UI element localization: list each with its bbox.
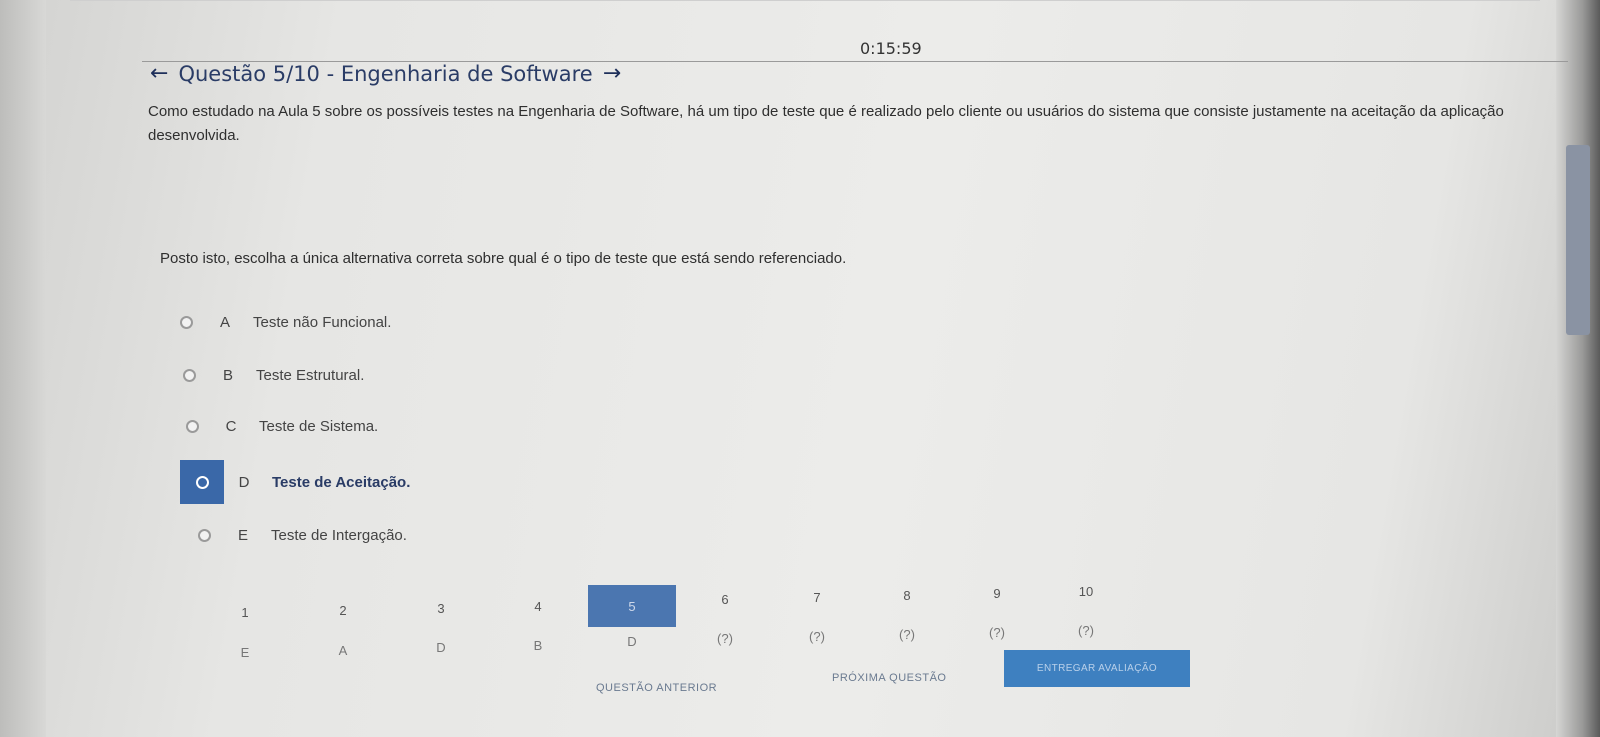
radio-icon[interactable] xyxy=(198,529,211,542)
nav-answer: (?) xyxy=(717,631,733,646)
option-letter: A xyxy=(219,314,230,331)
arrow-right-icon[interactable]: → xyxy=(603,63,621,85)
option-text: Teste de Intergação. xyxy=(271,527,407,544)
nav-question-number[interactable]: 8 xyxy=(887,588,927,603)
radio-selected-icon[interactable] xyxy=(195,475,209,489)
option-letter: E xyxy=(237,527,248,544)
submit-evaluation-button[interactable]: ENTREGAR AVALIAÇÃO xyxy=(1004,650,1190,687)
option-text: Teste de Sistema. xyxy=(259,418,379,435)
nav-question-number[interactable]: 9 xyxy=(977,586,1017,601)
question-text: Como estudado na Aula 5 sobre os possíve… xyxy=(148,103,1504,144)
nav-current-question[interactable]: 5 xyxy=(588,585,676,627)
next-question-button[interactable]: PRÓXIMA QUESTÃO xyxy=(832,672,946,684)
nav-answer: (?) xyxy=(1078,623,1094,638)
option-text: Teste de Aceitação. xyxy=(272,473,411,491)
nav-question-number[interactable]: 6 xyxy=(705,592,745,607)
radio-icon[interactable] xyxy=(186,420,199,433)
selected-indicator[interactable] xyxy=(180,460,224,504)
option-d[interactable]: D Teste de Aceitação. xyxy=(180,460,411,504)
nav-question-number[interactable]: 2 xyxy=(323,603,363,618)
option-letter: C xyxy=(225,418,237,435)
nav-question-number[interactable]: 3 xyxy=(421,601,461,616)
monitor-bezel-right xyxy=(1556,0,1600,737)
question-prompt: Posto isto, escolha a única alternativa … xyxy=(160,250,847,267)
question-header: ← Questão 5/10 - Engenharia de Software … xyxy=(150,62,621,86)
option-a[interactable]: A Teste não Funcional. xyxy=(180,314,391,331)
nav-answer: E xyxy=(240,645,250,660)
previous-question-button[interactable]: QUESTÃO ANTERIOR xyxy=(596,682,717,694)
radio-icon[interactable] xyxy=(180,316,193,329)
question-title: Questão 5/10 - Engenharia de Software xyxy=(178,62,593,86)
option-letter: B xyxy=(222,367,233,384)
nav-answer: (?) xyxy=(899,627,915,642)
nav-question-number[interactable]: 7 xyxy=(797,590,837,605)
nav-answer: D xyxy=(627,634,637,649)
option-c[interactable]: C Teste de Sistema. xyxy=(186,418,378,435)
nav-answer: (?) xyxy=(809,629,825,644)
radio-icon[interactable] xyxy=(183,369,196,382)
scrollbar-thumb[interactable] xyxy=(1566,145,1590,335)
nav-answer: D xyxy=(436,640,446,655)
nav-answer: A xyxy=(338,643,348,658)
nav-answer: B xyxy=(533,638,543,653)
option-text: Teste Estrutural. xyxy=(256,367,365,384)
option-letter: D xyxy=(238,473,250,491)
option-text: Teste não Funcional. xyxy=(253,314,392,331)
nav-answer: (?) xyxy=(989,625,1005,640)
timer: 0:15:59 xyxy=(860,39,922,58)
nav-question-number[interactable]: 1 xyxy=(225,605,265,620)
arrow-left-icon[interactable]: ← xyxy=(150,63,168,85)
nav-question-number[interactable]: 4 xyxy=(518,599,558,614)
option-e[interactable]: E Teste de Intergação. xyxy=(198,527,407,544)
top-divider xyxy=(70,0,1540,1)
nav-question-number[interactable]: 10 xyxy=(1066,584,1106,599)
option-b[interactable]: B Teste Estrutural. xyxy=(183,367,364,384)
monitor-bezel-left xyxy=(0,0,46,737)
